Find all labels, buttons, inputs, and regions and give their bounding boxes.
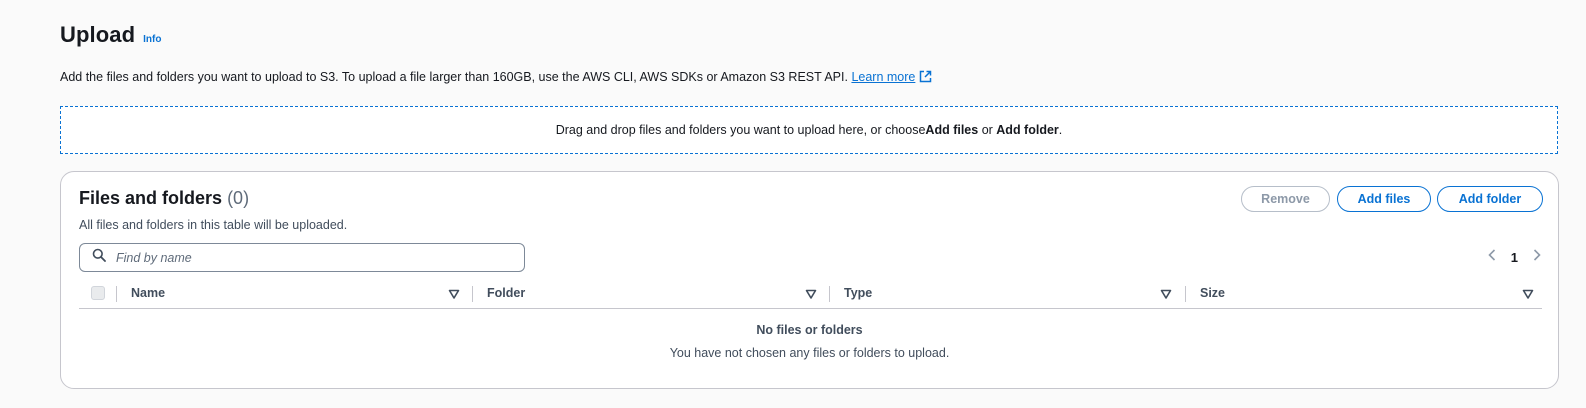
files-and-folders-panel: Files and folders (0) All files and fold… [60,171,1559,389]
column-type[interactable]: Type [844,286,872,300]
select-all-checkbox[interactable] [91,286,105,300]
page-header: Upload Info [60,22,161,48]
drop-zone[interactable]: Drag and drop files and folders you want… [60,106,1558,154]
sort-folder-icon[interactable] [805,287,817,299]
column-divider[interactable] [472,286,473,302]
sort-name-icon[interactable] [448,287,460,299]
panel-title: Files and folders (0) [79,188,249,209]
column-divider[interactable] [1185,286,1186,302]
search-icon [92,248,106,267]
dropzone-add-folder: Add folder [996,123,1059,137]
chevron-left-icon[interactable] [1487,248,1497,266]
learn-more-link[interactable]: Learn more [851,70,932,84]
info-link[interactable]: Info [143,34,161,45]
page-number[interactable]: 1 [1511,250,1518,265]
external-link-icon[interactable] [919,70,932,86]
dropzone-or: or [978,123,997,137]
empty-state-message: You have not chosen any files or folders… [669,346,950,360]
column-divider [116,286,117,302]
search-input[interactable] [114,249,498,266]
dropzone-prefix: Drag and drop files and folders you want… [555,123,926,137]
description-text: Add the files and folders you want to up… [60,70,848,84]
add-folder-button[interactable]: Add folder [1437,186,1543,212]
page-description: Add the files and folders you want to up… [60,70,932,86]
column-size[interactable]: Size [1200,286,1225,300]
table-header: Name Folder Type Size [79,282,1542,309]
learn-more-label[interactable]: Learn more [851,70,915,84]
upload-page: Upload Info Add the files and folders yo… [0,0,1586,408]
column-folder[interactable]: Folder [487,286,525,300]
chevron-right-icon[interactable] [1532,248,1542,266]
dropzone-suffix: . [1058,123,1063,137]
page-title: Upload [60,22,136,47]
sort-type-icon[interactable] [1160,287,1172,299]
empty-state-title: No files or folders [756,323,863,337]
file-count: (0) [227,188,250,208]
sort-size-icon[interactable] [1522,287,1534,299]
dropzone-add-files: Add files [925,123,979,137]
column-divider[interactable] [829,286,830,302]
search-box[interactable] [79,243,525,272]
panel-subtitle: All files and folders in this table will… [79,218,348,232]
add-files-button[interactable]: Add files [1337,186,1431,212]
column-name[interactable]: Name [131,286,165,300]
panel-title-text: Files and folders [79,188,223,208]
remove-button[interactable]: Remove [1241,186,1330,212]
pagination: 1 [1487,248,1542,266]
